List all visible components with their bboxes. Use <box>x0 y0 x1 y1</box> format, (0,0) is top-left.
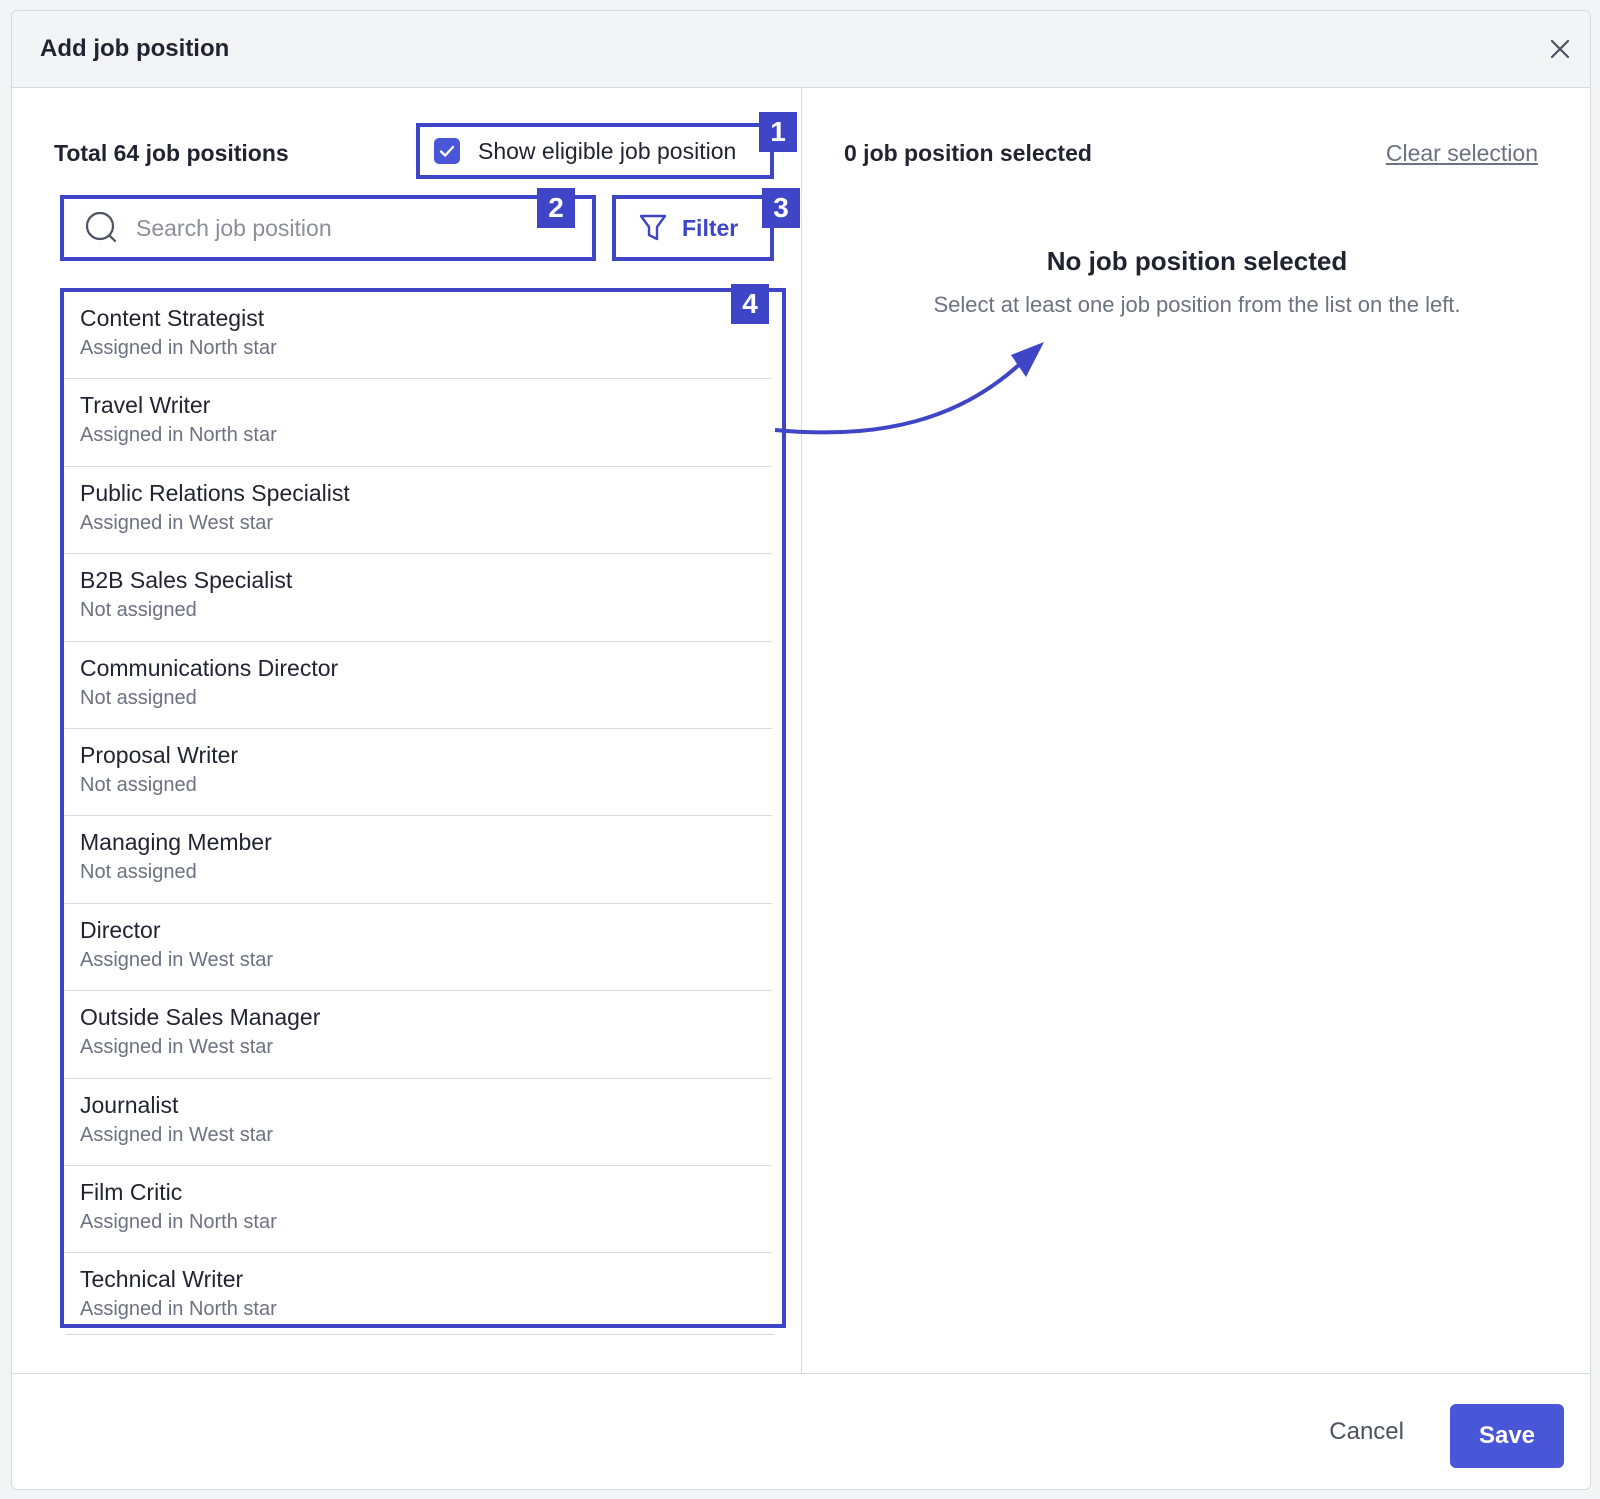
total-count-label: Total 64 job positions <box>54 140 289 166</box>
search-input[interactable] <box>134 213 518 243</box>
job-position-item[interactable]: Managing Member Not assigned <box>64 816 772 904</box>
job-position-item[interactable]: Director Assigned in West star <box>64 904 772 992</box>
annotation-badge-1: 1 <box>759 112 797 152</box>
job-position-assignment: Not assigned <box>80 686 197 709</box>
clear-selection-link[interactable]: Clear selection <box>1386 140 1538 167</box>
job-position-assignment: Assigned in West star <box>80 511 274 534</box>
filter-label: Filter <box>682 214 739 241</box>
selected-positions-pane: 0 job position selected Clear selection … <box>802 88 1590 1373</box>
annotation-badge-4: 4 <box>731 284 769 324</box>
annotation-badge-3: 3 <box>762 188 800 228</box>
job-position-assignment: Assigned in North star <box>80 1210 277 1233</box>
cancel-button[interactable]: Cancel <box>1329 1418 1404 1446</box>
dialog-header: Add job position <box>12 11 1590 88</box>
job-position-list: Content Strategist Assigned in North star… <box>60 288 786 1328</box>
selected-count-label: 0 job position selected <box>844 140 1092 166</box>
job-position-name: Outside Sales Manager <box>80 1004 321 1031</box>
filter-funnel-icon <box>639 214 667 241</box>
job-position-assignment: Assigned in West star <box>80 1036 274 1059</box>
annotation-badge-2: 2 <box>537 188 575 228</box>
job-position-name: Communications Director <box>80 654 339 681</box>
job-position-item[interactable]: Communications Director Not assigned <box>64 642 772 729</box>
show-eligible-checkbox[interactable]: Show eligible job position <box>416 123 774 179</box>
list-divider <box>66 1334 774 1335</box>
dialog-footer: Cancel Save <box>12 1373 1590 1489</box>
job-position-item[interactable]: Public Relations Specialist Assigned in W… <box>64 467 772 555</box>
job-position-assignment: Not assigned <box>80 861 197 884</box>
job-position-name: Journalist <box>80 1091 179 1118</box>
job-position-assignment: Not assigned <box>80 773 197 796</box>
job-position-assignment: Not assigned <box>80 599 197 622</box>
show-eligible-label: Show eligible job position <box>478 137 737 164</box>
job-position-list-pane: Total 64 job positions Show eligible job… <box>12 88 802 1373</box>
job-position-item[interactable]: Technical Writer Assigned in North star <box>64 1253 772 1324</box>
empty-state-subtitle: Select at least one job position from th… <box>933 292 1461 317</box>
dialog-title: Add job position <box>40 35 230 62</box>
add-job-position-dialog: Add job position Total 64 job positions … <box>11 10 1591 1490</box>
job-position-item[interactable]: B2B Sales Specialist Not assigned <box>64 554 772 642</box>
close-button[interactable] <box>1544 33 1576 65</box>
job-position-name: B2B Sales Specialist <box>80 567 293 594</box>
job-position-name: Travel Writer <box>80 392 211 419</box>
job-position-item[interactable]: Journalist Assigned in West star <box>64 1079 772 1166</box>
job-position-item[interactable]: Content Strategist Assigned in North star <box>64 292 772 380</box>
job-position-item[interactable]: Film Critic Assigned in North star <box>64 1166 772 1254</box>
job-position-assignment: Assigned in North star <box>80 424 277 447</box>
close-icon <box>1550 39 1570 59</box>
search-icon <box>85 211 117 243</box>
job-position-item[interactable]: Outside Sales Manager Assigned in West st… <box>64 991 772 1079</box>
job-position-name: Content Strategist <box>80 305 265 331</box>
job-position-item[interactable]: Travel Writer Assigned in North star <box>64 379 772 467</box>
job-position-name: Public Relations Specialist <box>80 479 350 506</box>
job-position-name: Proposal Writer <box>80 741 239 768</box>
job-position-item[interactable]: Proposal Writer Not assigned <box>64 729 772 817</box>
save-button[interactable]: Save <box>1450 1404 1564 1468</box>
job-position-assignment: Assigned in West star <box>80 1123 274 1146</box>
job-position-assignment: Assigned in North star <box>80 337 277 359</box>
checkbox-checked-icon[interactable] <box>434 138 460 164</box>
job-position-name: Film Critic <box>80 1178 183 1205</box>
job-position-assignment: Assigned in North star <box>80 1298 277 1321</box>
search-job-position-field[interactable] <box>60 195 596 261</box>
empty-state-title: No job position selected <box>1046 246 1348 276</box>
job-position-assignment: Assigned in West star <box>80 948 274 971</box>
job-position-name: Managing Member <box>80 829 272 856</box>
job-position-name: Director <box>80 916 161 943</box>
job-position-name: Technical Writer <box>80 1266 244 1293</box>
filter-button[interactable]: Filter <box>612 195 774 261</box>
